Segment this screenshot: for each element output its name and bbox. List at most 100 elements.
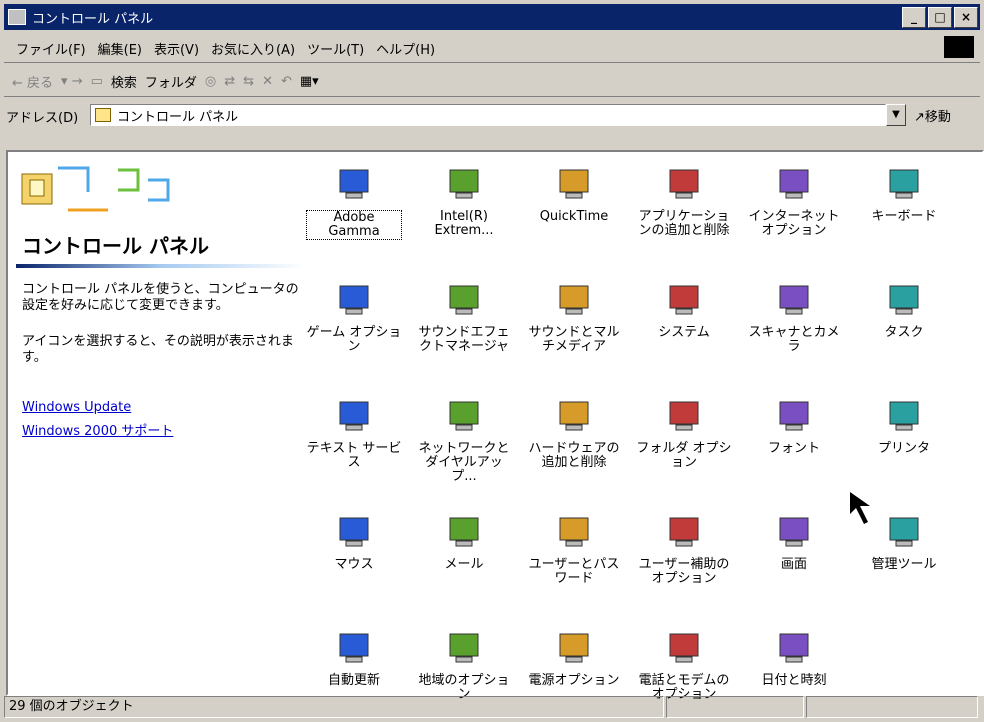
control-panel-item-label: メール bbox=[444, 557, 484, 572]
control-panel-item-label: 電源オプション bbox=[528, 673, 620, 688]
copy-to-button[interactable]: ⇆ bbox=[243, 74, 254, 89]
search-button[interactable]: 検索 bbox=[111, 72, 137, 91]
control-panel-item-label: ユーザーとパスワード bbox=[528, 557, 620, 586]
windows-logo-icon bbox=[944, 36, 974, 58]
content-area: コントロール パネル コントロール パネルを使うと、コンピュータの設定を好みに応… bbox=[6, 150, 984, 702]
menu-favorites[interactable]: お気に入り(A) bbox=[211, 39, 295, 58]
control-panel-item-label: 画面 bbox=[780, 557, 807, 572]
control-panel-item-label: プリンタ bbox=[877, 441, 930, 456]
control-panel-item-label: システム bbox=[658, 325, 710, 340]
forward-button[interactable]: ▾ → bbox=[61, 74, 83, 89]
menu-edit[interactable]: 編集(E) bbox=[98, 39, 142, 58]
quicktime-icon bbox=[559, 169, 589, 199]
left-info-pane: コントロール パネル コントロール パネルを使うと、コンピュータの設定を好みに応… bbox=[8, 152, 312, 694]
control-panel-item[interactable]: 電話とモデムのオプション bbox=[636, 630, 732, 702]
up-folder-button[interactable]: ▭ bbox=[91, 74, 103, 89]
menu-help[interactable]: ヘルプ(H) bbox=[376, 39, 435, 58]
control-panel-item-label: 日付と時刻 bbox=[761, 673, 827, 688]
address-value: コントロール パネル bbox=[117, 109, 239, 125]
control-panel-item-label: スキャナとカメラ bbox=[748, 325, 840, 354]
minimize-button[interactable]: _ bbox=[902, 7, 926, 28]
printer-icon bbox=[889, 401, 919, 431]
window-title: コントロール パネル bbox=[32, 11, 154, 27]
delete-button[interactable]: ✕ bbox=[262, 74, 273, 89]
control-panel-item[interactable]: ネットワークとダイヤルアップ... bbox=[416, 398, 512, 484]
control-panel-item[interactable]: フォルダ オプション bbox=[636, 398, 732, 470]
close-button[interactable]: × bbox=[954, 7, 978, 28]
control-panel-item-label: Intel(R) Extrem... bbox=[434, 209, 494, 238]
title-divider bbox=[16, 264, 306, 268]
control-panel-item-label: Adobe Gamma bbox=[306, 210, 402, 240]
control-panel-item[interactable]: スキャナとカメラ bbox=[746, 282, 842, 354]
address-dropdown-button[interactable]: ▼ bbox=[886, 104, 906, 126]
menu-tools[interactable]: ツール(T) bbox=[307, 39, 364, 58]
windows-2000-support-link[interactable]: Windows 2000 サポート bbox=[22, 420, 173, 439]
status-panel-3 bbox=[806, 696, 978, 718]
control-panel-item[interactable]: 日付と時刻 bbox=[746, 630, 842, 688]
control-panel-item[interactable]: フォント bbox=[746, 398, 842, 456]
network-icon bbox=[449, 401, 479, 431]
back-button[interactable]: ← 戻る bbox=[12, 72, 53, 91]
status-bar: 29 個のオブジェクト bbox=[4, 696, 980, 718]
views-button[interactable]: ▦▾ bbox=[300, 74, 319, 89]
control-panel-item-label: フォント bbox=[767, 441, 820, 456]
control-panel-item[interactable]: プリンタ bbox=[856, 398, 952, 456]
sound-effect-icon bbox=[449, 285, 479, 315]
history-button[interactable]: ◎ bbox=[205, 74, 216, 89]
control-panel-item[interactable]: ユーザー補助のオプション bbox=[636, 514, 732, 586]
control-panel-item[interactable]: インターネット オプション bbox=[746, 166, 842, 238]
control-panel-item-label: サウンドエフェクトマネージャ bbox=[418, 325, 510, 354]
accessibility-icon bbox=[669, 517, 699, 547]
folders-button[interactable]: フォルダ bbox=[145, 72, 197, 91]
control-panel-item[interactable]: 自動更新 bbox=[306, 630, 402, 688]
control-panel-item[interactable]: アプリケーションの追加と削除 bbox=[636, 166, 732, 238]
control-panel-item[interactable]: ユーザーとパスワード bbox=[526, 514, 622, 586]
title-bar[interactable]: コントロール パネル _ □ × bbox=[4, 4, 980, 30]
control-panel-item-label: QuickTime bbox=[539, 209, 609, 224]
left-pane-hint: アイコンを選択すると、その説明が表示されます。 bbox=[22, 334, 294, 365]
hardware-icon bbox=[559, 401, 589, 431]
control-panel-item[interactable]: QuickTime bbox=[526, 166, 622, 224]
control-panel-item-label: サウンドとマルチメディア bbox=[528, 325, 620, 354]
control-panel-item[interactable]: 地域のオプション bbox=[416, 630, 512, 702]
control-panel-item[interactable]: システム bbox=[636, 282, 732, 340]
undo-button[interactable]: ↶ bbox=[281, 74, 292, 89]
go-arrow-icon: ↗ bbox=[914, 110, 925, 125]
control-panel-item[interactable]: メール bbox=[416, 514, 512, 572]
control-panel-item[interactable]: サウンドとマルチメディア bbox=[526, 282, 622, 354]
control-panel-item[interactable]: サウンドエフェクトマネージャ bbox=[416, 282, 512, 354]
toolbar: ← 戻る ▾ → ▭ 検索 フォルダ ◎ ⇄ ⇆ ✕ ↶ ▦▾ bbox=[4, 66, 980, 97]
users-icon bbox=[559, 517, 589, 547]
control-panel-item[interactable]: マウス bbox=[306, 514, 402, 572]
go-button[interactable]: ↗移動 bbox=[914, 106, 951, 125]
move-to-button[interactable]: ⇄ bbox=[224, 74, 235, 89]
control-panel-item[interactable]: Intel(R) Extrem... bbox=[416, 166, 512, 238]
control-panel-graphic-icon bbox=[21, 166, 170, 212]
control-panel-item-label: ハードウェアの追加と削除 bbox=[528, 441, 620, 470]
power-icon bbox=[559, 633, 589, 663]
keyboard-icon bbox=[889, 169, 919, 199]
menu-file[interactable]: ファイル(F) bbox=[16, 39, 86, 58]
address-field[interactable]: コントロール パネル bbox=[90, 104, 886, 126]
mouse-icon bbox=[339, 517, 369, 547]
maximize-button[interactable]: □ bbox=[928, 7, 952, 28]
control-panel-item-label: ゲーム オプション bbox=[306, 325, 402, 354]
menu-view[interactable]: 表示(V) bbox=[154, 39, 199, 58]
screen-icon bbox=[779, 517, 809, 547]
mouse-cursor-icon bbox=[850, 492, 870, 524]
control-panel-item[interactable]: ハードウェアの追加と削除 bbox=[526, 398, 622, 470]
windows-update-link[interactable]: Windows Update bbox=[22, 400, 131, 415]
computer-icon bbox=[669, 285, 699, 315]
left-pane-description: コントロール パネルを使うと、コンピュータの設定を好みに応じて変更できます。 bbox=[22, 282, 299, 313]
control-panel-item[interactable]: Adobe Gamma bbox=[306, 166, 402, 240]
control-panel-item[interactable]: キーボード bbox=[856, 166, 952, 224]
address-bar: アドレス(D) コントロール パネル ▼ ↗移動 bbox=[4, 100, 980, 144]
globe-monitor-icon bbox=[779, 169, 809, 199]
control-panel-item[interactable]: テキスト サービス bbox=[306, 398, 402, 470]
control-panel-item[interactable]: ゲーム オプション bbox=[306, 282, 402, 354]
control-panel-item[interactable]: タスク bbox=[856, 282, 952, 340]
control-panel-item[interactable]: 電源オプション bbox=[526, 630, 622, 688]
text-service-icon bbox=[339, 401, 369, 431]
control-panel-item[interactable]: 画面 bbox=[746, 514, 842, 572]
add-remove-icon bbox=[669, 169, 699, 199]
